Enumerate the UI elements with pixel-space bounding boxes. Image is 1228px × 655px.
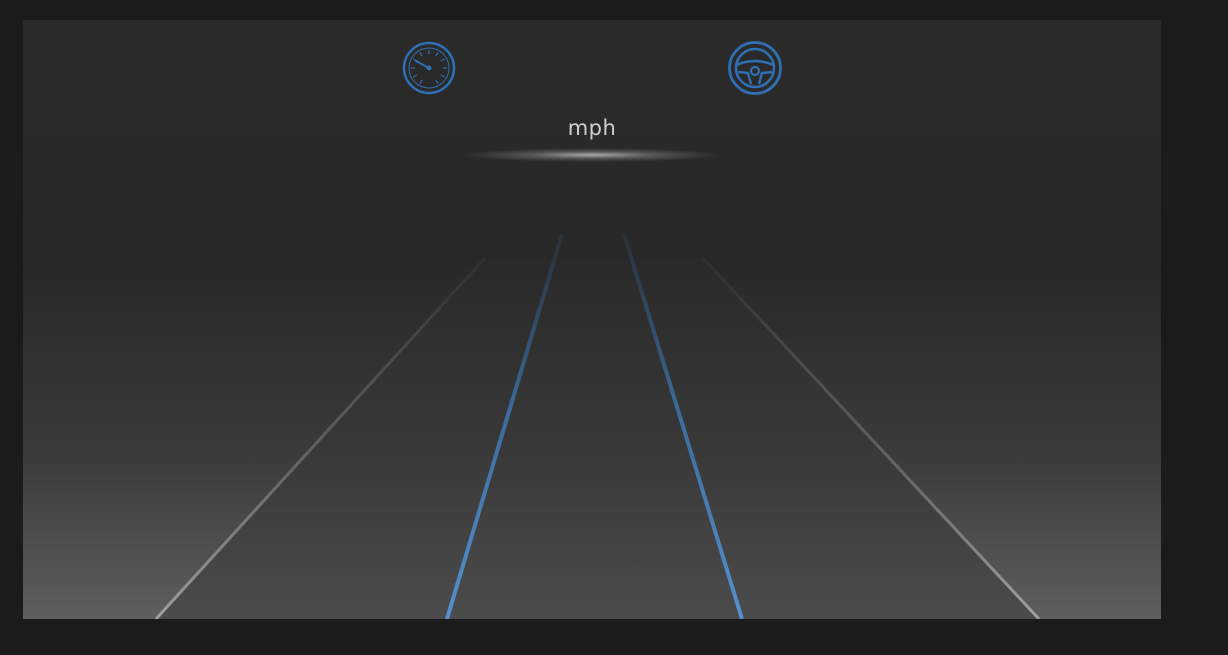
speedometer-icon[interactable]: [402, 41, 456, 95]
road-visualization: [154, 233, 1041, 619]
driving-display: mph: [23, 20, 1161, 619]
speed-underline-glow: [463, 148, 721, 162]
speed-unit-label: mph: [567, 116, 617, 140]
steering-wheel-icon[interactable]: [727, 40, 783, 96]
road-surface: [156, 258, 1039, 619]
